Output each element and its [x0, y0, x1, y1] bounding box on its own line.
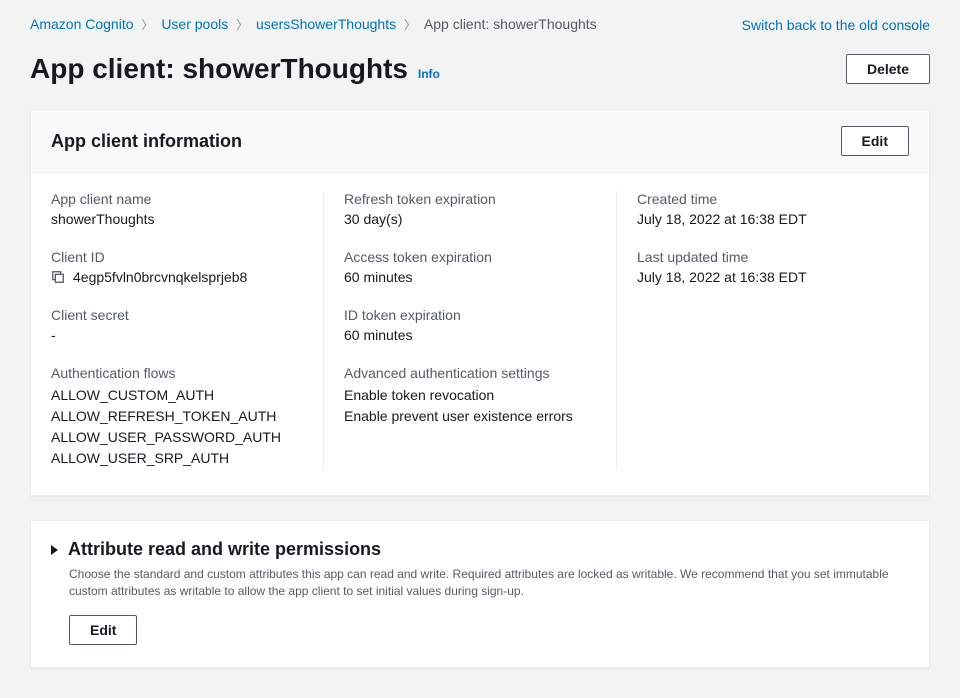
edit-app-client-info-button[interactable]: Edit: [841, 126, 909, 156]
breadcrumb: Amazon Cognito 〉 User pools 〉 usersShowe…: [30, 16, 597, 33]
panel-title-app-client-info: App client information: [51, 131, 242, 152]
attribute-permissions-panel: Attribute read and write permissions Cho…: [30, 520, 930, 668]
switch-console-link[interactable]: Switch back to the old console: [742, 17, 930, 33]
info-link[interactable]: Info: [418, 67, 440, 81]
access-token-label: Access token expiration: [344, 249, 596, 265]
auth-flow-item: ALLOW_REFRESH_TOKEN_AUTH: [51, 406, 303, 427]
updated-time-value: July 18, 2022 at 16:38 EDT: [637, 269, 889, 285]
copy-icon[interactable]: [51, 270, 65, 284]
client-secret-value: -: [51, 327, 303, 343]
auth-flow-item: ALLOW_USER_PASSWORD_AUTH: [51, 427, 303, 448]
id-token-value: 60 minutes: [344, 327, 596, 343]
page-title: App client: showerThoughts: [30, 53, 408, 84]
breadcrumb-userpools[interactable]: User pools: [161, 16, 228, 32]
refresh-token-label: Refresh token expiration: [344, 191, 596, 207]
updated-time-label: Last updated time: [637, 249, 889, 265]
created-time-label: Created time: [637, 191, 889, 207]
advanced-auth-list: Enable token revocation Enable prevent u…: [344, 385, 596, 427]
chevron-right-icon: 〉: [141, 18, 153, 32]
attribute-permissions-header: Attribute read and write permissions: [68, 539, 381, 560]
edit-attribute-permissions-button[interactable]: Edit: [69, 615, 137, 645]
attribute-permissions-toggle[interactable]: Attribute read and write permissions: [51, 539, 909, 560]
id-token-label: ID token expiration: [344, 307, 596, 323]
advanced-auth-item: Enable prevent user existence errors: [344, 406, 596, 427]
triangle-right-icon: [51, 545, 58, 555]
breadcrumb-cognito[interactable]: Amazon Cognito: [30, 16, 134, 32]
app-client-info-panel: App client information Edit App client n…: [30, 109, 930, 496]
auth-flows-label: Authentication flows: [51, 365, 303, 381]
attribute-permissions-description: Choose the standard and custom attribute…: [69, 566, 909, 601]
chevron-right-icon: 〉: [404, 18, 416, 32]
breadcrumb-pool[interactable]: usersShowerThoughts: [256, 16, 396, 32]
client-secret-label: Client secret: [51, 307, 303, 323]
client-id-label: Client ID: [51, 249, 303, 265]
auth-flow-item: ALLOW_CUSTOM_AUTH: [51, 385, 303, 406]
delete-button[interactable]: Delete: [846, 54, 930, 84]
advanced-auth-item: Enable token revocation: [344, 385, 596, 406]
auth-flows-list: ALLOW_CUSTOM_AUTH ALLOW_REFRESH_TOKEN_AU…: [51, 385, 303, 469]
auth-flow-item: ALLOW_USER_SRP_AUTH: [51, 448, 303, 469]
breadcrumb-current: App client: showerThoughts: [424, 16, 597, 32]
chevron-right-icon: 〉: [236, 18, 248, 32]
app-client-name-label: App client name: [51, 191, 303, 207]
app-client-name-value: showerThoughts: [51, 211, 303, 227]
access-token-value: 60 minutes: [344, 269, 596, 285]
client-id-value: 4egp5fvln0brcvnqkelsprjeb8: [73, 269, 247, 285]
refresh-token-value: 30 day(s): [344, 211, 596, 227]
advanced-auth-label: Advanced authentication settings: [344, 365, 596, 381]
created-time-value: July 18, 2022 at 16:38 EDT: [637, 211, 889, 227]
